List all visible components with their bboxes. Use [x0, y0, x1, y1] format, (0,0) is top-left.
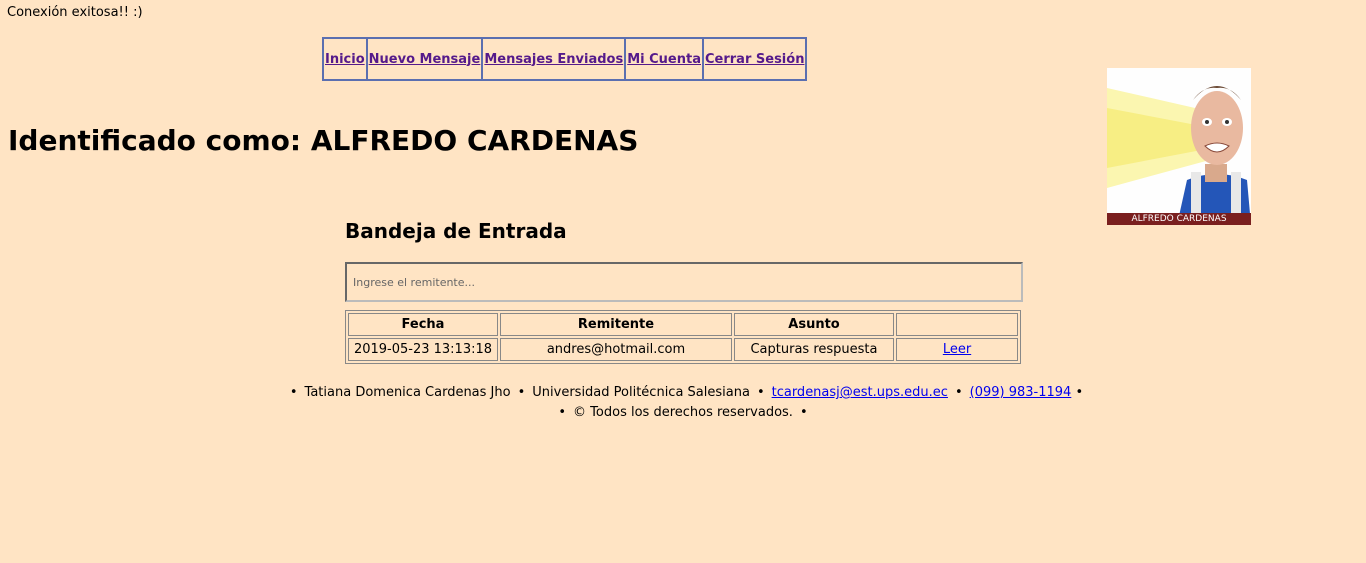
nav-cell-nuevo-mensaje: Nuevo Mensaje — [366, 38, 483, 80]
cell-remitente: andres@hotmail.com — [500, 338, 732, 361]
footer-phone-link[interactable]: (099) 983-1194 — [970, 385, 1072, 400]
user-identification: Identificado como: ALFREDO CARDENAS — [8, 124, 638, 157]
nav-link-inicio[interactable]: Inicio — [325, 52, 365, 67]
nav-cell-mi-cuenta: Mi Cuenta — [625, 38, 703, 80]
column-header-fecha: Fecha — [348, 313, 498, 336]
connection-status: Conexión exitosa!! :) — [7, 5, 143, 20]
read-link[interactable]: Leer — [943, 342, 971, 357]
footer-university: Universidad Politécnica Salesiana — [532, 385, 750, 400]
avatar: ALFREDO CARDENAS — [1107, 68, 1251, 225]
footer-line-2: • © Todos los derechos reservados. • — [0, 403, 1366, 423]
cell-asunto: Capturas respuesta — [734, 338, 894, 361]
bullet-separator: • — [799, 405, 808, 420]
main-nav: Inicio Nuevo Mensaje Mensajes Enviados M… — [322, 37, 808, 81]
cell-action: Leer — [896, 338, 1018, 361]
column-header-asunto: Asunto — [734, 313, 894, 336]
nav-link-nuevo-mensaje[interactable]: Nuevo Mensaje — [369, 52, 481, 67]
user-name: ALFREDO CARDENAS — [310, 124, 639, 157]
table-row: 2019-05-23 13:13:18 andres@hotmail.com C… — [348, 338, 1018, 361]
column-header-remitente: Remitente — [500, 313, 732, 336]
footer-author: Tatiana Domenica Cardenas Jho — [304, 385, 511, 400]
avatar-caption: ALFREDO CARDENAS — [1107, 213, 1251, 225]
inbox-title: Bandeja de Entrada — [345, 219, 567, 243]
bullet-separator: • — [954, 385, 963, 400]
avatar-photo — [1107, 68, 1251, 225]
bullet-separator: • — [517, 385, 526, 400]
bullet-separator: • — [1071, 385, 1084, 400]
cell-fecha: 2019-05-23 13:13:18 — [348, 338, 498, 361]
bullet-separator: • — [756, 385, 765, 400]
identification-label: Identificado como: — [8, 124, 302, 157]
inbox-table: Fecha Remitente Asunto 2019-05-23 13:13:… — [345, 310, 1021, 364]
nav-link-mensajes-enviados[interactable]: Mensajes Enviados — [484, 52, 623, 67]
nav-cell-inicio: Inicio — [323, 38, 367, 80]
footer-line-1: • Tatiana Domenica Cardenas Jho • Universid… — [0, 383, 1366, 403]
nav-link-cerrar-sesion[interactable]: Cerrar Sesión — [705, 52, 804, 67]
nav-link-mi-cuenta[interactable]: Mi Cuenta — [627, 52, 701, 67]
nav-cell-cerrar-sesion: Cerrar Sesión — [703, 38, 807, 80]
footer: • Tatiana Domenica Cardenas Jho • Universid… — [0, 383, 1366, 423]
column-header-action — [896, 313, 1018, 336]
footer-copyright: © Todos los derechos reservados. — [573, 405, 793, 420]
bullet-separator: • — [289, 385, 298, 400]
nav-cell-mensajes-enviados: Mensajes Enviados — [482, 38, 626, 80]
footer-email-link[interactable]: tcardenasj@est.ups.edu.ec — [772, 385, 948, 400]
sender-search-input[interactable] — [345, 262, 1023, 302]
bullet-separator: • — [558, 405, 567, 420]
table-header-row: Fecha Remitente Asunto — [348, 313, 1018, 336]
